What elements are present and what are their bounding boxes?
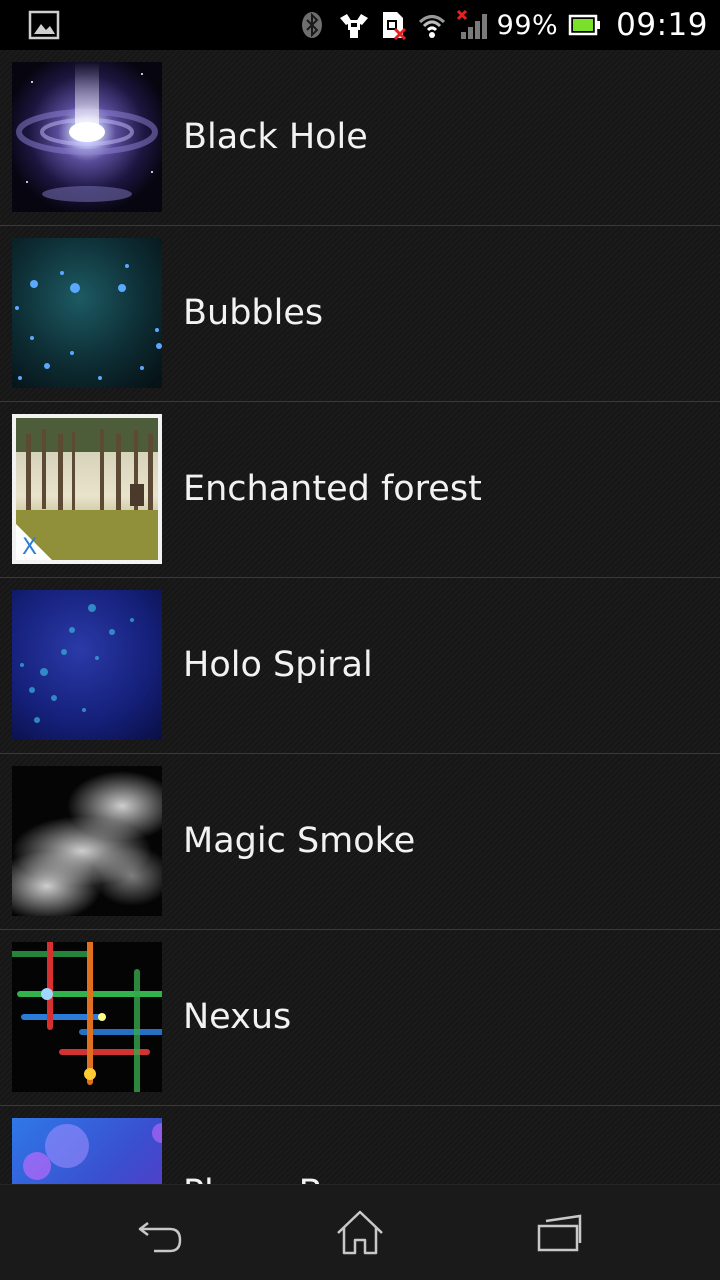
wallpaper-name: Magic Smoke bbox=[183, 821, 416, 861]
list-item[interactable]: Magic Smoke bbox=[0, 754, 720, 930]
wifi-icon bbox=[417, 10, 447, 40]
home-icon[interactable] bbox=[334, 1207, 386, 1259]
sim-missing-icon bbox=[377, 10, 407, 41]
battery-icon bbox=[568, 10, 601, 40]
wallpaper-name: Enchanted forest bbox=[183, 469, 482, 509]
nexus-thumbnail bbox=[12, 942, 162, 1092]
status-bar: 99% 09:19 bbox=[0, 0, 720, 50]
wallpaper-name: Holo Spiral bbox=[183, 645, 373, 685]
list-item[interactable]: Bubbles bbox=[0, 226, 720, 402]
magic-smoke-thumbnail bbox=[12, 766, 162, 916]
list-item[interactable]: Nexus bbox=[0, 930, 720, 1106]
wallpaper-list[interactable]: Black Hole Bubbles X Enchanted forest Ho… bbox=[0, 50, 720, 1184]
holo-spiral-thumbnail bbox=[12, 590, 162, 740]
signal-no-service-icon bbox=[456, 9, 487, 40]
recent-apps-icon[interactable] bbox=[534, 1207, 586, 1259]
black-hole-thumbnail bbox=[12, 62, 162, 212]
usb-debugging-icon bbox=[337, 10, 368, 40]
enchanted-forest-thumbnail: X bbox=[12, 414, 162, 564]
back-icon[interactable] bbox=[134, 1207, 186, 1259]
wallpaper-name: Black Hole bbox=[183, 117, 368, 157]
image-notification-icon bbox=[28, 9, 60, 41]
bluetooth-icon bbox=[297, 10, 327, 40]
list-item[interactable]: Phase Beam bbox=[0, 1106, 720, 1184]
navigation-bar bbox=[0, 1184, 720, 1280]
phase-beam-thumbnail bbox=[12, 1118, 162, 1184]
live-wallpaper-picker-screen: 99% 09:19 Black Hole Bubbles X Enchanted… bbox=[0, 0, 720, 1280]
list-item[interactable]: Black Hole bbox=[0, 50, 720, 226]
battery-percent: 99% bbox=[496, 9, 559, 41]
wallpaper-name: Nexus bbox=[183, 997, 292, 1037]
clock: 09:19 bbox=[616, 7, 708, 43]
list-item[interactable]: Holo Spiral bbox=[0, 578, 720, 754]
wallpaper-name: Phase Beam bbox=[183, 1106, 400, 1184]
svg-text:X: X bbox=[22, 535, 37, 560]
bubbles-thumbnail bbox=[12, 238, 162, 388]
list-item[interactable]: X Enchanted forest bbox=[0, 402, 720, 578]
wallpaper-name: Bubbles bbox=[183, 293, 324, 333]
